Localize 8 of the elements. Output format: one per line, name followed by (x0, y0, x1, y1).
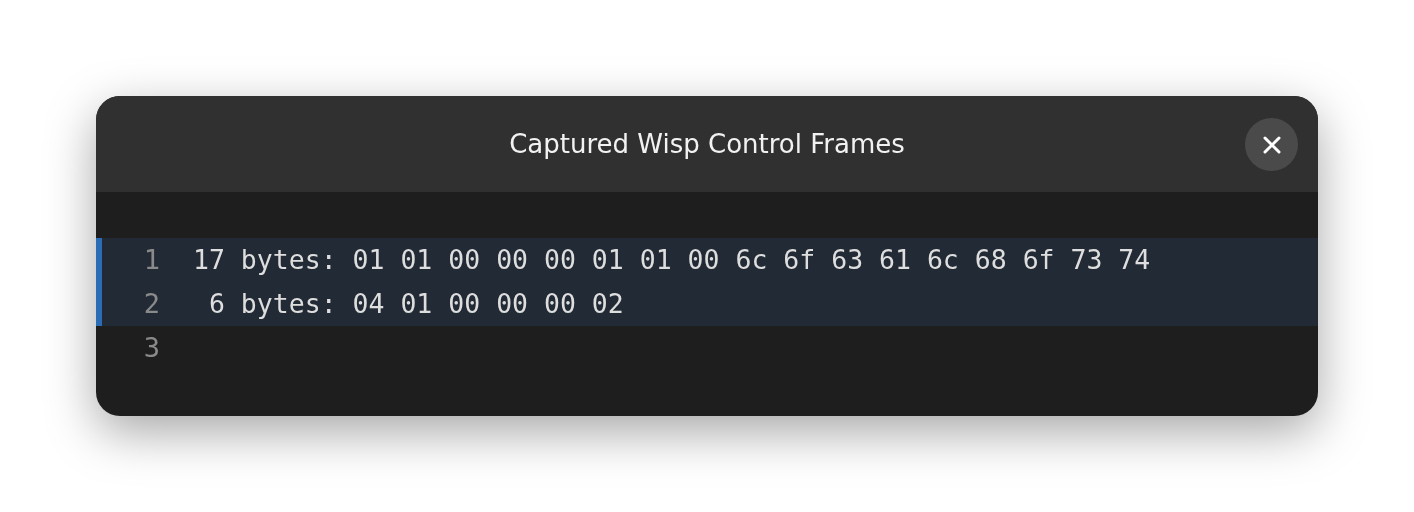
line-number: 3 (142, 330, 160, 365)
close-button[interactable] (1245, 118, 1298, 171)
window-title: Captured Wisp Control Frames (509, 127, 905, 161)
line-number: 1 (142, 242, 160, 277)
code-text: 6 bytes: 04 01 00 00 00 02 (207, 287, 624, 322)
line-number: 2 (142, 286, 160, 321)
code-text: 17 bytes: 01 01 00 00 00 01 01 00 6c 6f 63 61 6c 68 6f 73 74 (193, 243, 1151, 278)
close-icon (1262, 135, 1281, 154)
